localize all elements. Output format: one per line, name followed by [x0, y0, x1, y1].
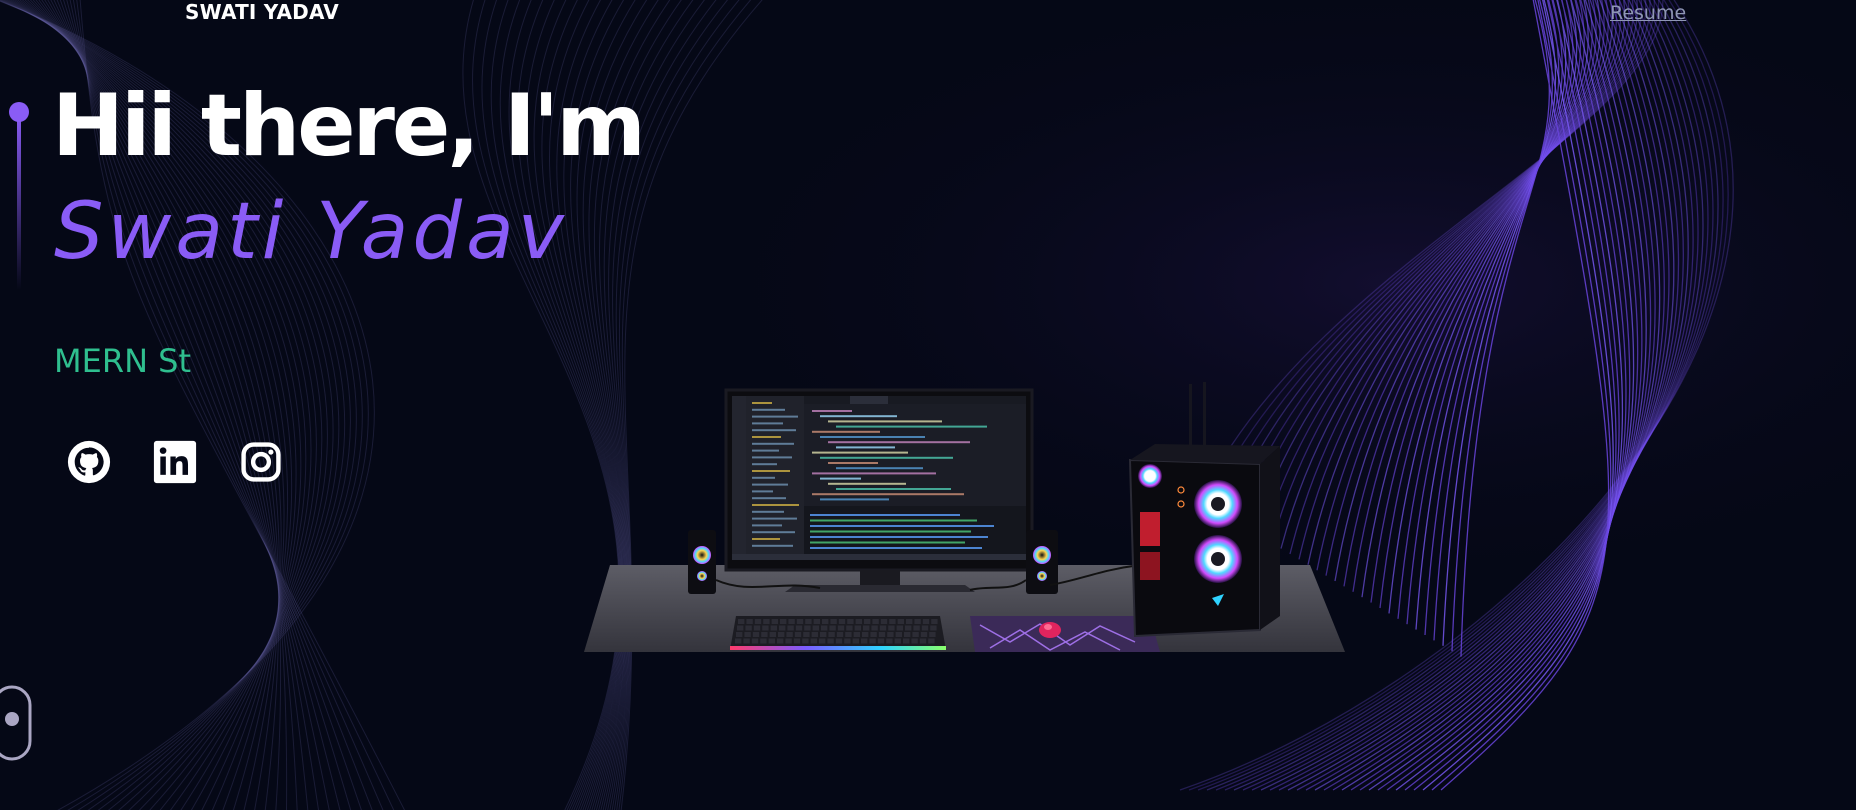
hero-greeting: Hii there, I'm — [52, 76, 646, 176]
scroll-down-indicator[interactable] — [0, 685, 32, 761]
github-icon — [67, 440, 111, 484]
typing-role-text: MERN St — [54, 342, 192, 380]
hero-name: Swati Yadav — [54, 187, 568, 277]
github-link[interactable] — [67, 440, 111, 484]
desk-setup-illustration — [584, 382, 1345, 652]
linkedin-link[interactable] — [153, 440, 197, 484]
hero-vertical-indicator — [9, 102, 29, 290]
instagram-icon — [241, 442, 281, 482]
linkedin-icon — [153, 440, 197, 484]
resume-link[interactable]: Resume — [1610, 2, 1686, 24]
instagram-link[interactable] — [239, 440, 283, 484]
brand-logo-text[interactable]: SWATI YADAV — [185, 0, 339, 24]
